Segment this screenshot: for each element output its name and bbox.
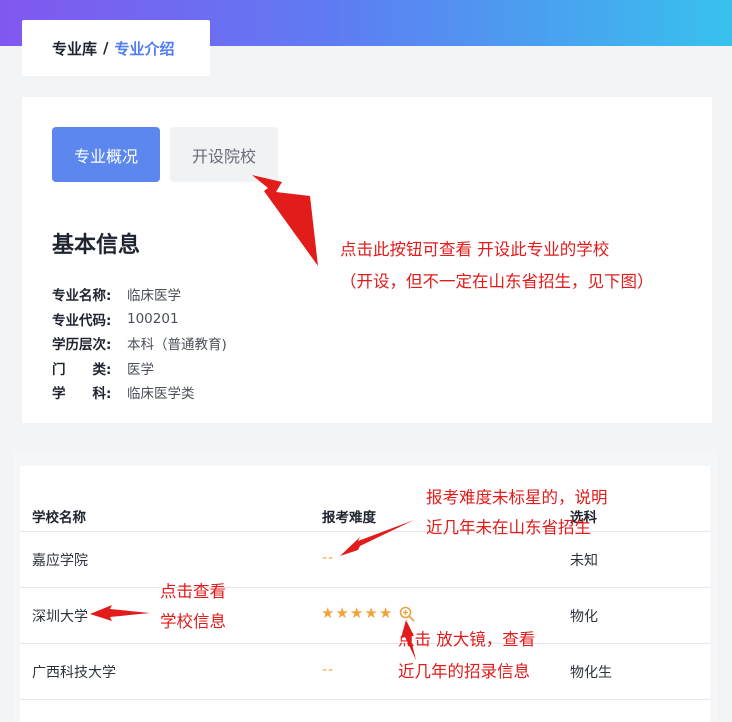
arrow-to-zoom (401, 620, 416, 660)
arrow-to-school (90, 605, 150, 621)
arrow-to-difficulty (340, 520, 414, 556)
arrow-to-schools-tab (252, 175, 318, 266)
annotation-arrows (90, 175, 416, 660)
